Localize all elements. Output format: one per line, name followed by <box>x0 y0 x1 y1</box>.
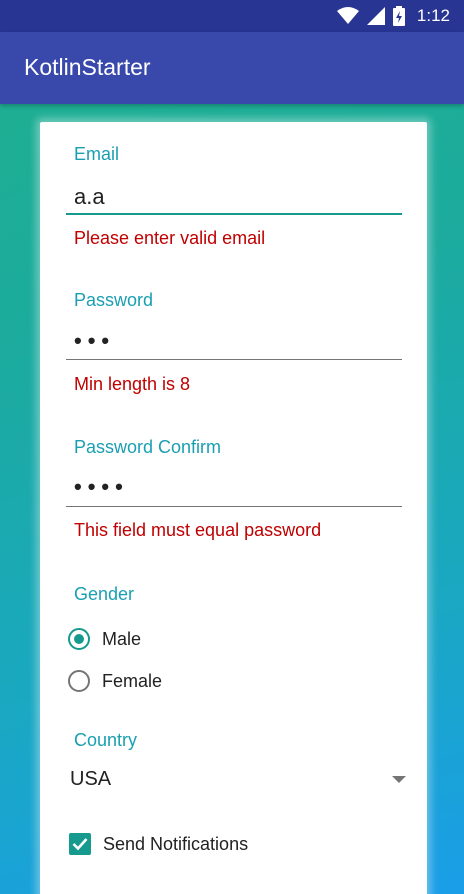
email-error: Please enter valid email <box>74 228 266 248</box>
country-dropdown[interactable]: USA <box>70 762 406 800</box>
wifi-icon <box>336 7 359 25</box>
email-label: Email <box>74 144 120 164</box>
send-notifications-row[interactable]: Send Notifications <box>69 830 248 858</box>
status-time: 1:12 <box>416 6 450 25</box>
app-bar: KotlinStarter <box>0 32 464 104</box>
form-card: Email a.a Please enter valid email Passw… <box>40 122 427 894</box>
password-confirm-label: Password Confirm <box>74 437 222 457</box>
radio-label-male: Male <box>102 628 142 649</box>
battery-icon <box>392 6 405 26</box>
country-selected-value: USA <box>70 768 112 790</box>
password-error: Min length is 8 <box>74 374 191 394</box>
email-underline <box>66 213 402 215</box>
gender-label: Gender <box>74 584 135 604</box>
app-screen: 1:12 KotlinStarter Email a.a Please ente… <box>0 0 464 894</box>
status-bar: 1:12 <box>0 0 464 32</box>
gender-option-female[interactable]: Female <box>68 666 162 696</box>
country-label: Country <box>74 730 138 750</box>
dropdown-arrow-icon <box>392 776 406 783</box>
checkbox-icon[interactable] <box>69 833 91 855</box>
gender-option-male[interactable]: Male <box>68 624 141 654</box>
radio-button-female[interactable] <box>68 670 90 692</box>
password-confirm-input[interactable]: •••• <box>74 474 129 500</box>
cell-signal-icon <box>366 7 385 25</box>
password-label: Password <box>74 290 154 310</box>
radio-button-male[interactable] <box>68 628 90 650</box>
email-input[interactable]: a.a <box>74 184 105 210</box>
password-confirm-underline <box>66 506 402 507</box>
send-notifications-label: Send Notifications <box>103 833 249 854</box>
password-underline <box>66 359 402 360</box>
status-icons: 1:12 <box>336 0 450 32</box>
radio-label-female: Female <box>102 670 163 691</box>
password-input[interactable]: ••• <box>74 328 115 354</box>
password-confirm-error: This field must equal password <box>74 520 322 540</box>
app-title: KotlinStarter <box>24 54 151 80</box>
